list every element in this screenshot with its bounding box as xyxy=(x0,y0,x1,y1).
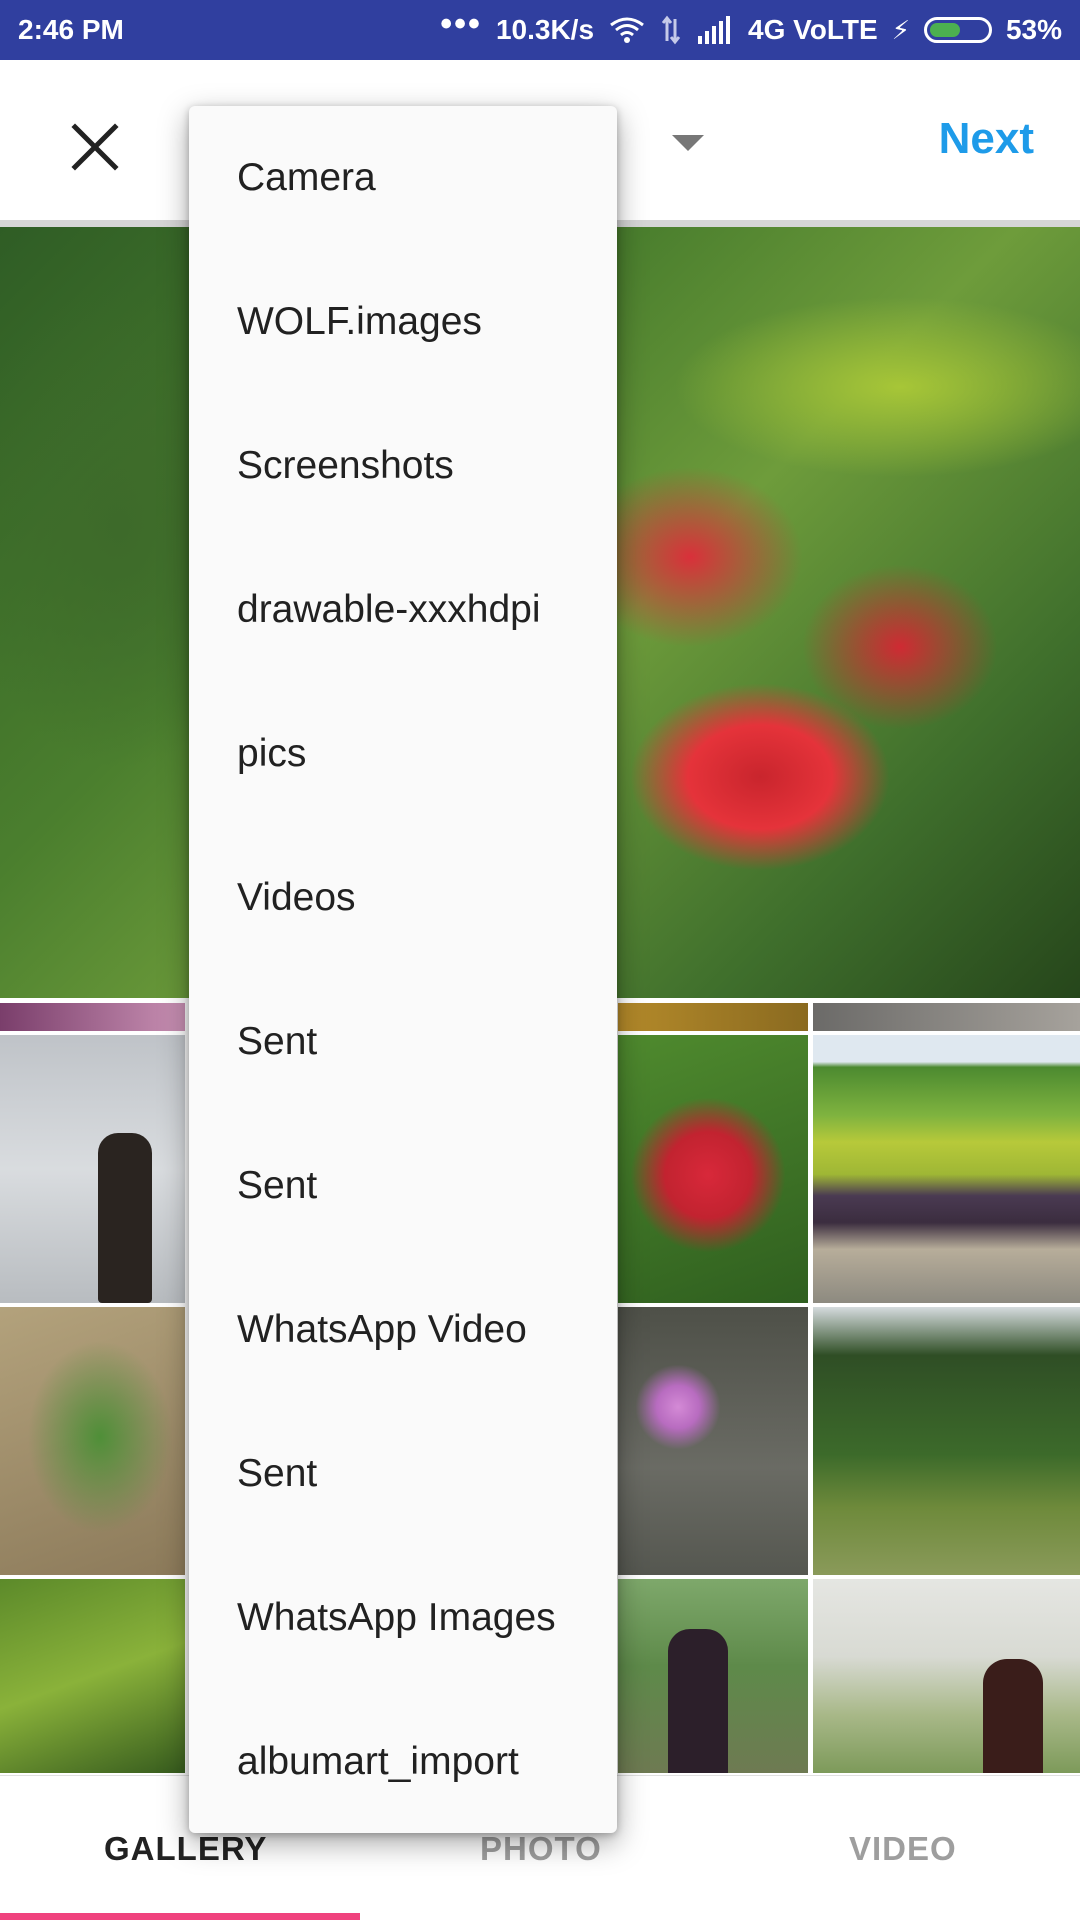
network-type: 4G VoLTE xyxy=(748,14,878,45)
thumbnail[interactable] xyxy=(0,1003,185,1031)
charging-icon: ⚡ xyxy=(891,14,910,45)
album-item-sent[interactable]: Sent xyxy=(189,1402,617,1546)
album-item-videos[interactable]: Videos xyxy=(189,826,617,970)
thumbnail[interactable] xyxy=(813,1003,1080,1031)
tab-gallery[interactable]: GALLERY xyxy=(104,1830,267,1868)
thumbnail[interactable] xyxy=(618,1579,808,1773)
thumbnail[interactable] xyxy=(813,1579,1080,1773)
album-item-sent[interactable]: Sent xyxy=(189,1114,617,1258)
album-dropdown-menu: Camera WOLF.images Screenshots drawable-… xyxy=(189,106,617,1833)
status-bar: 2:46 PM ••• 10.3K/s 4G VoLTE ⚡ 53% xyxy=(0,0,1080,60)
battery-fill xyxy=(929,23,960,37)
album-item-whatsapp-images[interactable]: WhatsApp Images xyxy=(189,1546,617,1690)
wifi-icon xyxy=(610,17,644,43)
next-button[interactable]: Next xyxy=(939,114,1034,164)
thumbnail[interactable] xyxy=(813,1035,1080,1303)
album-item-screenshots[interactable]: Screenshots xyxy=(189,394,617,538)
network-speed: 10.3K/s xyxy=(495,14,595,45)
album-item-camera[interactable]: Camera xyxy=(189,106,617,250)
tab-photo[interactable]: PHOTO xyxy=(480,1830,602,1868)
chevron-down-icon[interactable] xyxy=(672,135,704,151)
signal-icon xyxy=(698,16,731,44)
thumbnail[interactable] xyxy=(813,1307,1080,1575)
thumbnail[interactable] xyxy=(618,1003,808,1031)
data-transfer-icon xyxy=(661,15,681,45)
close-icon xyxy=(71,123,119,171)
tab-video[interactable]: VIDEO xyxy=(849,1830,957,1868)
thumbnail[interactable] xyxy=(0,1579,185,1773)
thumbnail[interactable] xyxy=(0,1035,185,1303)
thumbnail[interactable] xyxy=(618,1307,808,1575)
tab-indicator xyxy=(0,1913,360,1920)
close-button[interactable] xyxy=(60,112,130,182)
album-item-pics[interactable]: pics xyxy=(189,682,617,826)
album-item-drawable-xxxhdpi[interactable]: drawable-xxxhdpi xyxy=(189,538,617,682)
battery-percent: 53% xyxy=(1005,14,1062,45)
more-notifications-icon: ••• xyxy=(440,5,482,43)
battery-icon xyxy=(923,17,992,43)
thumbnail[interactable] xyxy=(618,1035,808,1303)
status-time: 2:46 PM xyxy=(18,14,124,45)
thumbnail[interactable] xyxy=(0,1307,185,1575)
album-item-whatsapp-video[interactable]: WhatsApp Video xyxy=(189,1258,617,1402)
status-icons: ••• 10.3K/s 4G VoLTE ⚡ 53% xyxy=(440,7,1062,47)
album-item-wolf-images[interactable]: WOLF.images xyxy=(189,250,617,394)
album-item-albumart-import[interactable]: albumart_import xyxy=(189,1690,617,1834)
album-item-sent[interactable]: Sent xyxy=(189,970,617,1114)
